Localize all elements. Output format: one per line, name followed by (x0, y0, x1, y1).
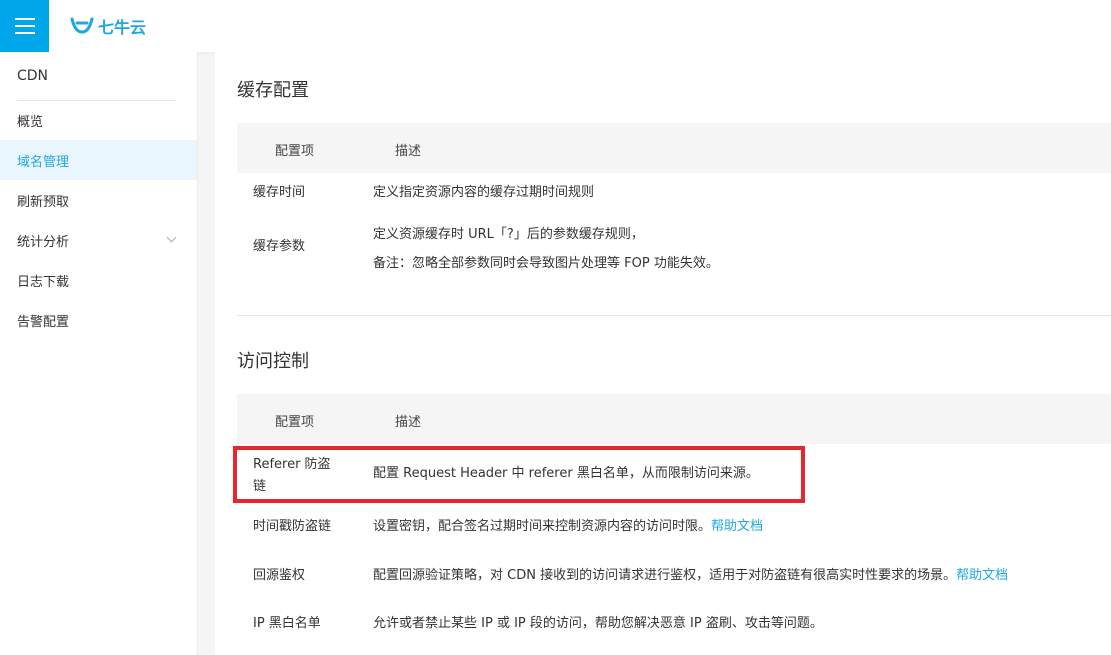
sidebar-item-domain-management[interactable]: 域名管理 (0, 140, 197, 180)
qiniu-logo[interactable]: 七牛云 (69, 14, 146, 38)
help-doc-link[interactable]: 帮助文档 (711, 519, 763, 534)
sidebar: CDN 概览 域名管理 刷新预取 统计分析 日志下载 告警配置 (0, 52, 198, 655)
sidebar-item-label: 概览 (17, 114, 44, 130)
sidebar-item-label: 告警配置 (17, 314, 70, 330)
sidebar-title: CDN (17, 68, 49, 84)
sidebar-item-log-download[interactable]: 日志下载 (0, 260, 197, 300)
chevron-down-icon (166, 232, 177, 243)
header-config-item: 配置项 (275, 415, 315, 430)
header-description: 描述 (395, 415, 422, 430)
access-row-name: 时间戳防盗链 (253, 519, 332, 534)
sidebar-item-label: 域名管理 (17, 154, 70, 170)
access-row-desc: 配置回源验证策略，对 CDN 接收到的访问请求进行鉴权，适用于对防盗链有很高实时… (373, 568, 957, 583)
access-row-desc-wrap: 设置密钥，配合签名过期时间来控制资源内容的访问时限。帮助文档 (373, 516, 763, 538)
help-doc-link[interactable]: 帮助文档 (956, 568, 1008, 583)
cache-table-header: 配置项 描述 (237, 123, 1111, 173)
logo-text: 七牛云 (98, 18, 147, 37)
access-row-name: 回源鉴权 (253, 568, 306, 583)
qiniu-logo-icon (70, 17, 94, 34)
access-row-desc-wrap: 配置回源验证策略，对 CDN 接收到的访问请求进行鉴权，适用于对防盗链有很高实时… (373, 565, 1008, 587)
sidebar-item-refresh-prefetch[interactable]: 刷新预取 (0, 180, 197, 220)
sidebar-item-label: 刷新预取 (17, 194, 70, 210)
cache-row-desc: 定义资源缓存时 URL「?」后的参数缓存规则， (373, 227, 644, 242)
cache-row-note: 备注：忽略全部参数同时会导致图片处理等 FOP 功能失效。 (373, 256, 719, 271)
cache-row-name: 缓存时间 (253, 185, 306, 200)
section-divider (237, 315, 1111, 316)
sidebar-item-label: 统计分析 (17, 234, 70, 250)
access-row-desc: 允许或者禁止某些 IP 或 IP 段的访问，帮助您解决恶意 IP 盗刷、攻击等问… (373, 616, 823, 631)
access-section-title: 访问控制 (237, 351, 309, 372)
access-row-desc: 设置密钥，配合签名过期时间来控制资源内容的访问时限。 (373, 519, 712, 534)
top-bar: 七牛云 (0, 0, 1111, 52)
header-config-item: 配置项 (275, 144, 315, 159)
access-row-name: IP 黑白名单 (253, 616, 321, 631)
access-row-name-cont: 链 (253, 479, 267, 494)
main-content: 缓存配置 配置项 描述 缓存时间 定义指定资源内容的缓存过期时间规则 缓存参数 … (215, 52, 1111, 655)
sidebar-item-statistics[interactable]: 统计分析 (0, 220, 197, 260)
sidebar-item-label: 日志下载 (17, 274, 70, 290)
access-row-name: Referer 防盗 (253, 457, 331, 472)
menu-icon[interactable] (0, 0, 49, 52)
access-table-header: 配置项 描述 (237, 394, 1111, 444)
cache-row-desc: 定义指定资源内容的缓存过期时间规则 (373, 185, 595, 200)
cache-section-title: 缓存配置 (237, 80, 309, 101)
header-description: 描述 (395, 144, 422, 159)
sidebar-item-overview[interactable]: 概览 (0, 100, 197, 140)
cache-row-name: 缓存参数 (253, 239, 306, 254)
access-row-desc: 配置 Request Header 中 referer 黑白名单，从而限制访问来… (373, 466, 759, 481)
sidebar-item-alert-config[interactable]: 告警配置 (0, 300, 197, 340)
